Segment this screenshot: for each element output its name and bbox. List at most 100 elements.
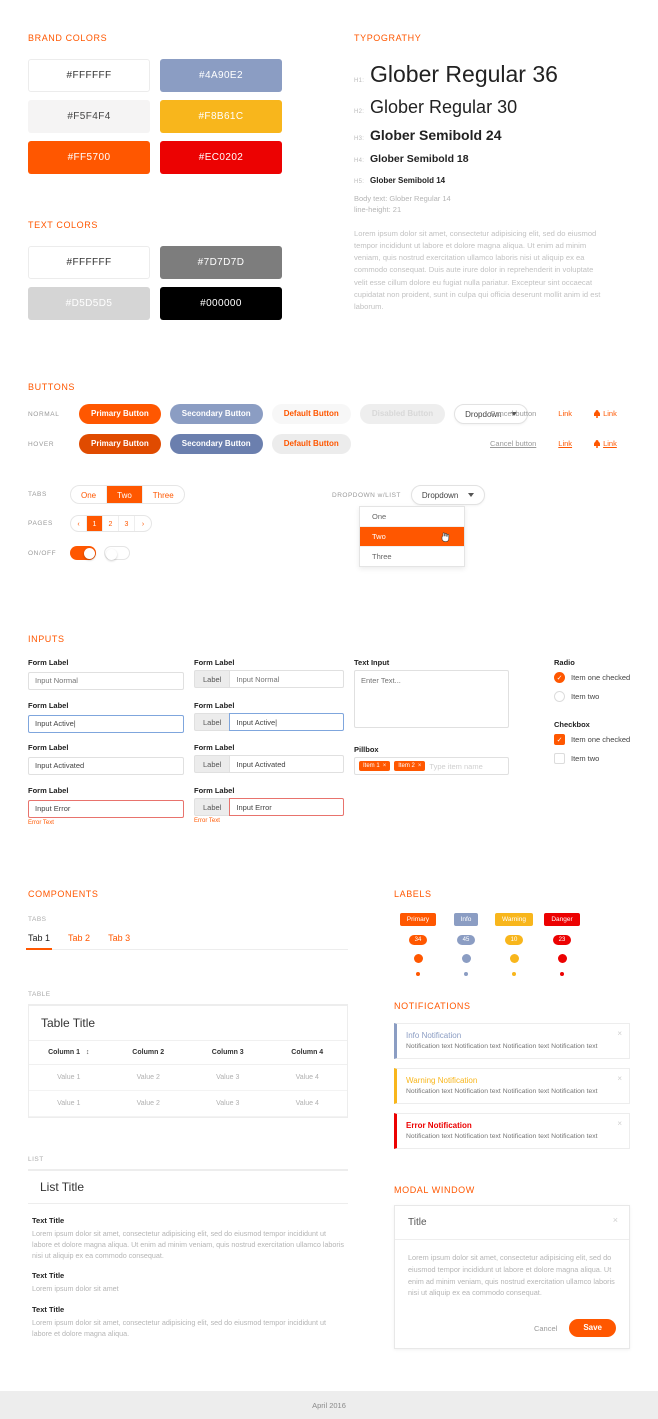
type-tag-h4: H4: [354,158,365,164]
dot-large-warning [509,954,519,963]
dropdown-option-two[interactable]: Two [360,527,464,547]
input-activated[interactable] [28,756,184,775]
default-button[interactable]: Default Button [271,404,351,424]
primary-button[interactable]: Primary Button [79,404,161,424]
modal-close-icon[interactable]: × [613,1215,618,1225]
page-2-button[interactable]: 2 [103,516,119,531]
type-tag-h5: H5: [354,179,365,185]
secondary-button-hover[interactable]: Secondary Button [169,434,263,454]
input-addon-error[interactable] [229,798,344,816]
list-item-body: Lorem ipsum dolor sit amet [32,1284,119,1294]
type-sample-h2: Glober Regular 30 [370,97,518,117]
notifications-section: NOTIFICATIONS [394,1001,471,1011]
table-column-header-4[interactable]: Column 4 [267,1040,347,1065]
count-badge-info: 45 [456,935,476,945]
dropdown-option-three[interactable]: Three [360,547,464,566]
table-row: Value 1 Value 2 Value 3 Value 4 [29,1064,347,1091]
pillbox-input[interactable]: Item 1 × Item 2 × Type item name [354,757,509,775]
text-input-area[interactable] [354,670,509,728]
list-item: Text Title Lorem ipsum dolor sit amet, c… [32,1216,344,1261]
modal-footer: Cancel Save [395,1311,629,1348]
dropdown-option-one[interactable]: One [360,507,464,527]
radio-option-checked[interactable]: ✓ Item one checked [554,672,630,683]
icon-link[interactable]: Link [594,409,617,418]
chip-remove-icon[interactable]: × [418,763,422,769]
link[interactable]: Link [558,409,572,418]
pillbox-chip[interactable]: Item 1 × [359,761,391,771]
toggle-off[interactable] [104,546,130,560]
notification-error: × Error Notification Notification text N… [394,1113,630,1149]
page-1-button[interactable]: 1 [87,516,103,531]
tab-two[interactable]: Two [107,486,143,503]
tab-2[interactable]: Tab 2 [68,933,90,943]
modal-save-button[interactable]: Save [569,1319,616,1338]
color-swatch: #EC0202 [160,141,282,174]
pillbox-chip[interactable]: Item 2 × [394,761,426,771]
tab-one[interactable]: One [71,486,108,503]
toggle-on[interactable] [70,546,96,560]
modal-cancel-button[interactable]: Cancel [534,1324,557,1333]
column-label: Column 1 [48,1049,80,1056]
checkbox-unchecked-icon [554,753,565,764]
modal-window: Title × Lorem ipsum dolor sit amet, cons… [394,1205,630,1350]
sort-icon[interactable]: ↕ [86,1049,90,1056]
input-active[interactable] [28,714,184,733]
type-tag-h2: H2: [354,109,365,115]
default-button-hover[interactable]: Default Button [271,434,351,454]
tab-1[interactable]: Tab 1 [25,933,53,950]
checkbox-option-unchecked[interactable]: Item two [554,753,630,764]
type-sample-h5: Glober Semibold 14 [370,176,446,185]
chip-remove-icon[interactable]: × [383,763,387,769]
count-badge-danger: 23 [552,935,572,945]
modal-section: MODAL WINDOW [394,1185,475,1195]
footer-text: April 2016 [312,1400,346,1410]
cancel-button-hover[interactable]: Cancel button [490,439,536,448]
input-addon-active[interactable] [229,713,344,731]
table-column-header-3[interactable]: Column 3 [188,1040,268,1065]
page-prev-button[interactable]: ‹ [71,516,87,531]
notifications-list: × Info Notification Notification text No… [394,1023,630,1158]
radio-unchecked-icon [554,691,565,702]
text-colors-section: TEXT COLORS #FFFFFF #D5D5D5 #7D7D7D #000… [28,220,282,328]
page-3-button[interactable]: 3 [119,516,135,531]
table-column-header-2[interactable]: Column 2 [108,1040,188,1065]
radio-option-unchecked[interactable]: Item two [554,691,630,702]
hand-cursor-icon [441,532,450,543]
notification-title: Error Notification [406,1121,472,1130]
icon-link-hover[interactable]: Link [594,439,617,448]
notification-warning: × Warning Notification Notification text… [394,1068,630,1104]
color-swatch: #F8B61C [160,100,282,133]
input-addon-label: Label [194,713,230,731]
input-addon-normal[interactable] [229,670,344,688]
cancel-button[interactable]: Cancel button [490,409,536,418]
close-icon[interactable]: × [617,1119,622,1128]
label-column-danger: Danger 23 [538,913,586,976]
tab-three[interactable]: Three [143,486,184,503]
link-hover[interactable]: Link [558,439,572,448]
label-badge-danger: Danger [544,913,580,926]
type-sample-h1: Glober Regular 36 [370,61,558,87]
labels-section: LABELS [394,889,432,899]
dot-small-danger [560,972,564,976]
close-icon[interactable]: × [617,1029,622,1038]
type-sample-h4: Glober Semibold 18 [370,153,469,165]
dot-large-primary [413,954,423,963]
dot-large-info [461,954,471,963]
table-column-header-1[interactable]: Column 1 ↕ [29,1040,109,1065]
input-addon-activated[interactable] [229,755,344,773]
tab-3[interactable]: Tab 3 [108,933,130,943]
label-column-info: Info 45 [442,913,490,976]
input-normal[interactable] [28,671,184,690]
secondary-button[interactable]: Secondary Button [169,404,263,424]
notification-title: Warning Notification [406,1076,478,1085]
primary-button-hover[interactable]: Primary Button [79,434,161,454]
close-icon[interactable]: × [617,1074,622,1083]
input-error[interactable] [28,799,184,818]
text-input-label: Text Input [354,658,390,667]
checkbox-option-checked[interactable]: ✓ Item one checked [554,734,630,745]
input-addon-label: Label [194,755,230,773]
page-next-button[interactable]: › [135,516,151,531]
dropdown-list-button[interactable]: Dropdown [410,485,485,505]
list-title-bar: List Title [28,1169,348,1204]
notification-title: Info Notification [406,1031,462,1040]
